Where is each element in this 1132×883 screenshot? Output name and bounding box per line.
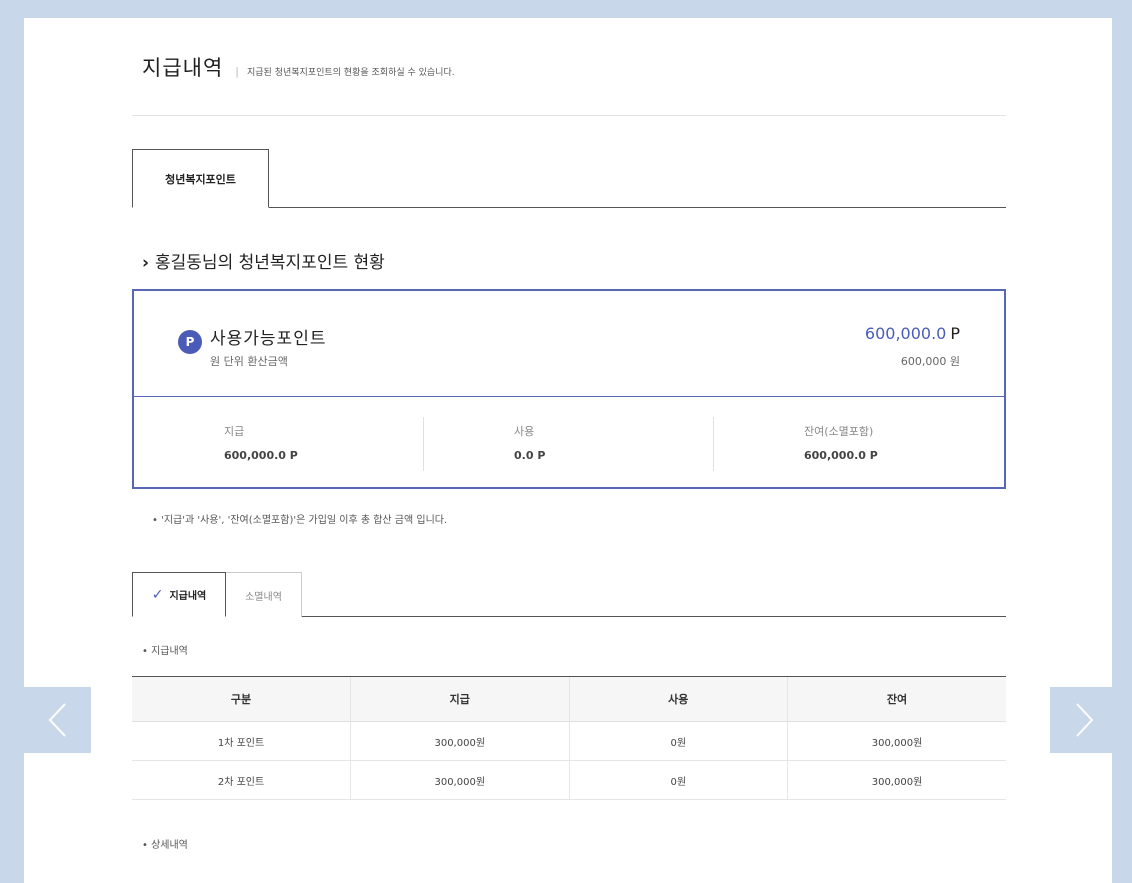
available-points-value: 600,000.0 P: [865, 324, 960, 343]
available-points-unit: P: [950, 324, 960, 343]
table-cell: 300,000원: [350, 721, 569, 761]
page-title: 지급내역: [142, 56, 224, 80]
available-points-label: 사용가능포인트: [210, 329, 327, 349]
table-cell: 2차 포인트: [132, 760, 351, 800]
summary-note: • '지급'과 '사용', '잔여(소멸포함)'은 가입일 이후 총 합산 금액…: [152, 515, 448, 526]
won-conversion-label: 원 단위 환산금액: [210, 355, 288, 368]
detail-title: • 상세내역: [142, 840, 188, 851]
available-points-panel: P 사용가능포인트 원 단위 환산금액 600,000.0 P 600,000 원: [134, 291, 1004, 397]
tab-expired-history[interactable]: 소멸내역: [226, 572, 302, 617]
issued-table: 구분 지급 사용 잔여 1차 포인트 300,000원 0원 300,000원 …: [132, 676, 1006, 800]
table-header-row: 구분 지급 사용 잔여: [132, 676, 1006, 722]
won-conversion-value: 600,000 원: [900, 355, 960, 368]
table-cell: 1차 포인트: [132, 721, 351, 761]
page-frame: 지급내역 | 지급된 청년복지포인트의 현황을 조회하실 수 있습니다. 청년복…: [24, 18, 1112, 883]
section-heading-text: 홍길동님의 청년복지포인트 현황: [155, 253, 385, 273]
points-stats: 지급 600,000.0 P 사용 0.0 P 잔여(소멸포함) 600,000…: [134, 397, 1004, 487]
prev-button[interactable]: [24, 687, 91, 753]
tab-issued-history[interactable]: ✓ 지급내역: [132, 572, 226, 617]
list-title: • 지급내역: [142, 646, 188, 657]
points-summary-box: P 사용가능포인트 원 단위 환산금액 600,000.0 P 600,000 원…: [132, 289, 1006, 489]
tab-label: 지급내역: [169, 591, 207, 602]
next-button[interactable]: [1050, 687, 1117, 753]
column-header: 잔여: [787, 676, 1006, 722]
check-icon: ✓: [151, 586, 164, 603]
table-cell: 300,000원: [787, 760, 1006, 800]
column-header: 지급: [350, 676, 569, 722]
point-badge-icon: P: [178, 330, 202, 354]
tab-label: 소멸내역: [245, 591, 282, 603]
main-tabs: 청년복지포인트: [132, 149, 1006, 208]
chevron-right-icon: [1075, 703, 1093, 737]
stat-label: 사용: [514, 424, 535, 438]
table-row: 1차 포인트 300,000원 0원 300,000원: [132, 721, 1006, 761]
sub-tabs: ✓ 지급내역 소멸내역: [132, 572, 1006, 617]
stat-value: 600,000.0 P: [224, 448, 298, 462]
stat-value: 600,000.0 P: [804, 448, 878, 462]
stat-remaining: 잔여(소멸포함) 600,000.0 P: [714, 423, 1004, 462]
stat-used: 사용 0.0 P: [424, 416, 714, 471]
header-divider: [132, 115, 1006, 116]
table-cell: 300,000원: [350, 760, 569, 800]
stat-label: 잔여(소멸포함): [804, 424, 874, 438]
table-cell: 0원: [568, 721, 788, 761]
available-points-number: 600,000.0: [864, 324, 947, 343]
table-row: 2차 포인트 300,000원 0원 300,000원: [132, 760, 1006, 800]
table-cell: 300,000원: [787, 721, 1006, 761]
column-header: 구분: [132, 676, 351, 722]
chevron-right-icon: ›: [142, 253, 150, 273]
stat-value: 0.0 P: [514, 448, 546, 462]
chevron-left-icon: [48, 703, 66, 737]
column-header: 사용: [568, 676, 788, 722]
title-separator: |: [235, 65, 239, 78]
stat-issued: 지급 600,000.0 P: [134, 416, 424, 471]
page-header: 지급내역 | 지급된 청년복지포인트의 현황을 조회하실 수 있습니다.: [142, 52, 455, 82]
section-heading: › 홍길동님의 청년복지포인트 현황: [142, 248, 385, 273]
stat-label: 지급: [224, 424, 245, 438]
tab-youth-welfare-point[interactable]: 청년복지포인트: [132, 149, 269, 208]
page-description: 지급된 청년복지포인트의 현황을 조회하실 수 있습니다.: [247, 68, 455, 78]
table-cell: 0원: [568, 760, 788, 800]
